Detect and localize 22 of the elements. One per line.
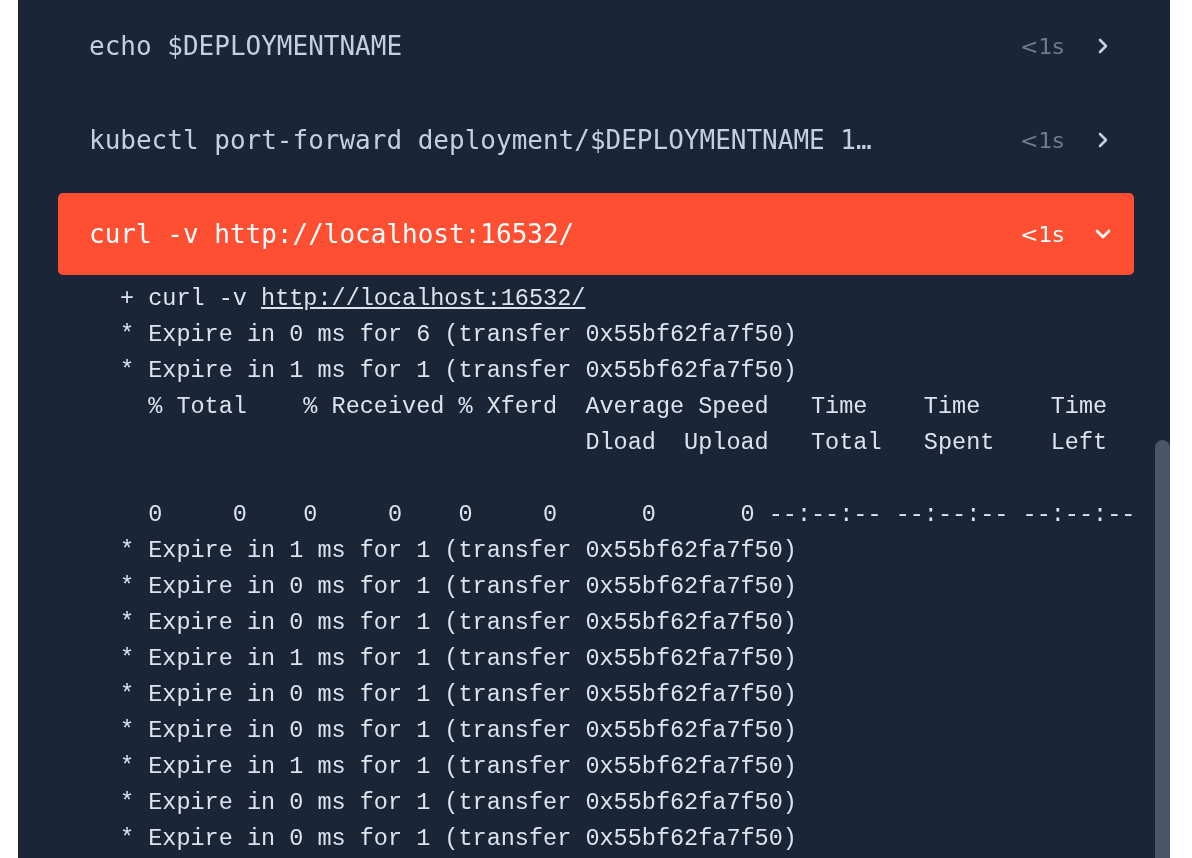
log-line: * Expire in 0 ms for 1 (transfer 0x55bf62fa7f50) <box>120 572 797 602</box>
log-line: * Expire in 1 ms for 1 (transfer 0x55bf62fa7f50) <box>120 752 797 782</box>
log-line: + curl -v <box>120 285 248 312</box>
log-line: * Expire in 1 ms for 1 (transfer 0x55bf62fa7f50) <box>120 536 797 566</box>
step-row[interactable]: kubectl port-forward deployment/$DEPLOYMENTNAME 1… <1s <box>58 99 1134 181</box>
log-line: * Expire in 0 ms for 1 (transfer 0x55bf62fa7f50) <box>120 788 797 818</box>
log-line: * Expire in 1 ms for 1 (transfer 0x55bf62fa7f50) <box>120 356 797 386</box>
log-line: * Expire in 0 ms for 6 (transfer 0x55bf62fa7f50) <box>120 320 797 350</box>
duration-label: <1s <box>1020 221 1064 247</box>
log-line: * Expire in 0 ms for 1 (transfer 0x55bf62fa7f50) <box>120 824 797 854</box>
duration-label: <1s <box>1020 127 1064 153</box>
duration-label: <1s <box>1020 33 1064 59</box>
log-line: Dload Upload Total Spent Left <box>584 428 1108 458</box>
log-line: * Expire in 0 ms for 1 (transfer 0x55bf62fa7f50) <box>120 608 797 638</box>
log-line: 0 0 0 0 0 0 0 0 --:--:-- --:--:-- --:--:-- <box>147 500 1136 530</box>
step-row[interactable]: echo $DEPLOYMENTNAME <1s <box>58 5 1134 87</box>
log-line: * Expire in 0 ms for 1 (transfer 0x55bf62fa7f50) <box>120 680 797 710</box>
log-line: * Expire in 0 ms for 1 (transfer 0x55bf62fa7f50) <box>120 716 797 746</box>
scrollbar[interactable] <box>1155 440 1170 858</box>
log-line: % Total % Received % Xferd Average Speed Time Time Time <box>147 392 1108 422</box>
url-link[interactable]: http://localhost:16532/ <box>261 285 586 312</box>
log-line: * Expire in 1 ms for 1 (transfer 0x55bf62fa7f50) <box>120 644 797 674</box>
